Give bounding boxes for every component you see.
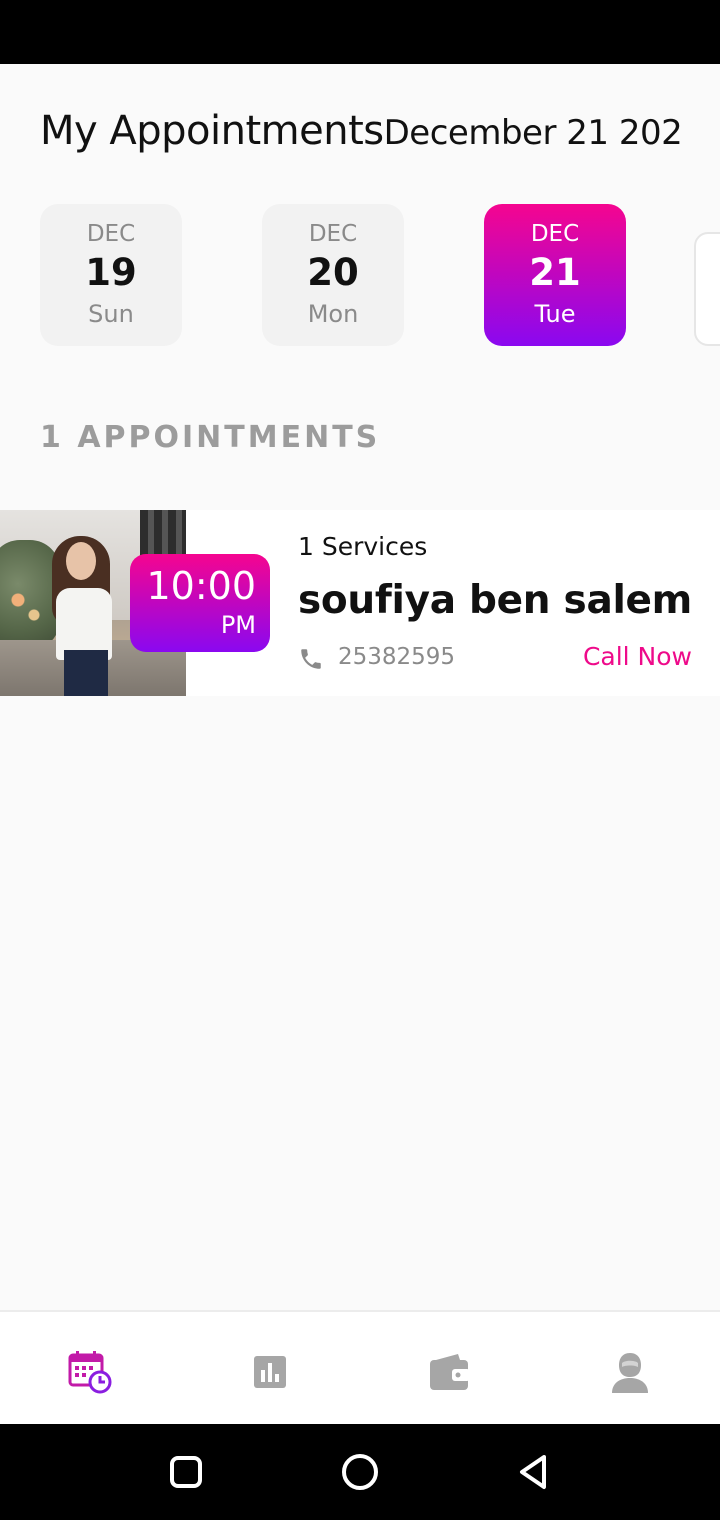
current-date: December 21 202 [383,113,683,153]
day-month: DEC [308,221,358,247]
appointment-time-badge: 10:00 PM [130,554,270,652]
nav-statistics[interactable] [240,1342,300,1402]
recents-button-icon[interactable] [166,1452,206,1492]
appointment-time: 10:00 [146,564,256,608]
wallet-icon [430,1354,470,1390]
bottom-nav [0,1310,720,1424]
day-card-21-selected[interactable]: DEC 21 Tue [484,204,626,346]
day-weekday: Tue [534,300,576,328]
day-card-next-partial[interactable] [694,232,720,346]
call-now-link[interactable]: Call Now [583,642,692,671]
day-month: DEC [530,221,580,247]
phone-icon [301,649,321,669]
bar-chart-icon [254,1356,286,1388]
client-phone: 25382595 [338,644,456,670]
home-button-icon[interactable] [340,1452,380,1492]
day-selector: DEC 19 Sun DEC 20 Mon DEC 21 Tue [0,204,720,346]
appointment-ampm: PM [220,611,256,639]
appointments-screen: My AppointmentsDecember 21 202 DEC 19 Su… [0,64,720,1424]
services-count: 1 Services [298,532,428,561]
client-name: soufiya ben salem [298,578,693,623]
day-weekday: Mon [307,300,359,328]
nav-profile[interactable] [600,1342,660,1402]
calendar-clock-icon [68,1351,112,1394]
appointments-count: 1 APPOINTMENTS [40,420,381,455]
day-weekday: Sun [88,300,134,328]
profile-icon [612,1353,648,1393]
system-nav-bar [0,1424,720,1520]
day-number: 19 [85,251,137,294]
day-card-19[interactable]: DEC 19 Sun [40,204,182,346]
back-button-icon[interactable] [514,1452,554,1492]
status-bar [0,0,720,64]
day-number: 20 [307,251,359,294]
nav-wallet[interactable] [420,1342,480,1402]
page-title: My Appointments [40,108,384,154]
page-header: My AppointmentsDecember 21 202 [40,108,720,164]
appointment-card[interactable]: 10:00 PM 1 Services soufiya ben salem 25… [0,510,720,696]
day-month: DEC [86,221,136,247]
nav-appointments[interactable] [60,1342,120,1402]
day-card-20[interactable]: DEC 20 Mon [262,204,404,346]
day-number: 21 [529,251,581,294]
